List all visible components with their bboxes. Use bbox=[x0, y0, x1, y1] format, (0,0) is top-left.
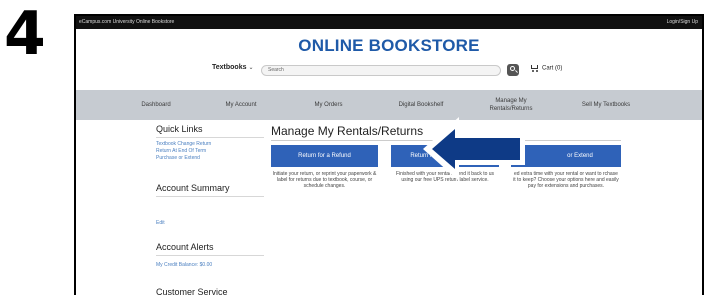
site-name[interactable]: eCampus.com University Online Bookstore bbox=[79, 16, 174, 29]
search-icon bbox=[510, 66, 515, 71]
textbooks-label: Textbooks bbox=[212, 64, 247, 71]
divider bbox=[156, 255, 264, 256]
edit-link[interactable]: Edit bbox=[156, 220, 165, 227]
quick-link-return-end-of-term[interactable]: Return At End Of Term bbox=[156, 148, 206, 155]
customer-service-heading: Customer Service bbox=[156, 287, 228, 295]
cart-link[interactable]: Cart (0) bbox=[530, 64, 562, 72]
top-bar: eCampus.com University Online Bookstore … bbox=[76, 16, 702, 29]
quick-links-heading: Quick Links bbox=[156, 124, 203, 134]
textbooks-dropdown[interactable]: Textbooks ⌄ bbox=[212, 64, 254, 71]
account-summary-heading: Account Summary bbox=[156, 183, 230, 193]
chevron-down-icon: ⌄ bbox=[248, 65, 254, 71]
nav-sell-my-textbooks[interactable]: Sell My Textbooks bbox=[566, 90, 646, 120]
quick-link-purchase-or-extend[interactable]: Purchase or Extend bbox=[156, 155, 200, 162]
cart-label: Cart (0) bbox=[542, 65, 563, 72]
search-input[interactable]: Search bbox=[261, 65, 501, 76]
search-button[interactable] bbox=[507, 64, 519, 76]
return-for-refund-button[interactable]: Return for a Refund bbox=[271, 145, 378, 167]
main-nav: Dashboard My Account My Orders Digital B… bbox=[76, 90, 702, 120]
nav-dashboard[interactable]: Dashboard bbox=[116, 90, 196, 120]
divider bbox=[156, 137, 264, 138]
nav-my-orders[interactable]: My Orders bbox=[291, 90, 366, 120]
step-number: 4 bbox=[4, 0, 46, 69]
account-alerts-heading: Account Alerts bbox=[156, 242, 214, 252]
divider bbox=[156, 196, 264, 197]
callout-arrow-icon bbox=[423, 117, 525, 181]
browser-screenshot-frame: eCampus.com University Online Bookstore … bbox=[74, 14, 704, 295]
return-for-refund-description: Initiate your return, or reprint your pa… bbox=[272, 171, 377, 189]
nav-my-account[interactable]: My Account bbox=[206, 90, 276, 120]
page-title: Manage My Rentals/Returns bbox=[271, 124, 424, 138]
credit-balance-link[interactable]: My Credit Balance: $0.00 bbox=[156, 262, 212, 269]
login-signup-link[interactable]: Login/Sign Up bbox=[667, 16, 698, 29]
quick-link-textbook-change-return[interactable]: Textbook Change Return bbox=[156, 141, 211, 148]
store-title[interactable]: ONLINE BOOKSTORE bbox=[76, 36, 702, 56]
cart-icon bbox=[530, 64, 539, 72]
